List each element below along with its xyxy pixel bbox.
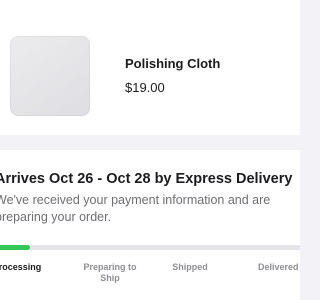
delivery-status-card: Arrives Oct 26 - Oct 28 by Express Deliv… (0, 150, 300, 300)
product-name: Polishing Cloth (125, 56, 221, 71)
step-processing: Processing (0, 262, 42, 272)
product-price: $19.00 (125, 80, 165, 95)
progress-fill (0, 245, 30, 250)
progress-track (0, 245, 300, 250)
product-thumbnail[interactable] (10, 36, 90, 116)
step-delivered: Delivered (258, 262, 299, 272)
order-status-page: Polishing Cloth $19.00 Arrives Oct 26 - … (0, 0, 300, 300)
section-separator (0, 135, 300, 150)
status-message: We've received your payment information … (0, 193, 271, 224)
product-card[interactable]: Polishing Cloth $19.00 (0, 0, 300, 135)
arrival-heading: Arrives Oct 26 - Oct 28 by Express Deliv… (0, 171, 293, 187)
step-preparing-to-ship: Preparing to Ship (83, 262, 137, 283)
step-shipped: Shipped (172, 262, 208, 272)
